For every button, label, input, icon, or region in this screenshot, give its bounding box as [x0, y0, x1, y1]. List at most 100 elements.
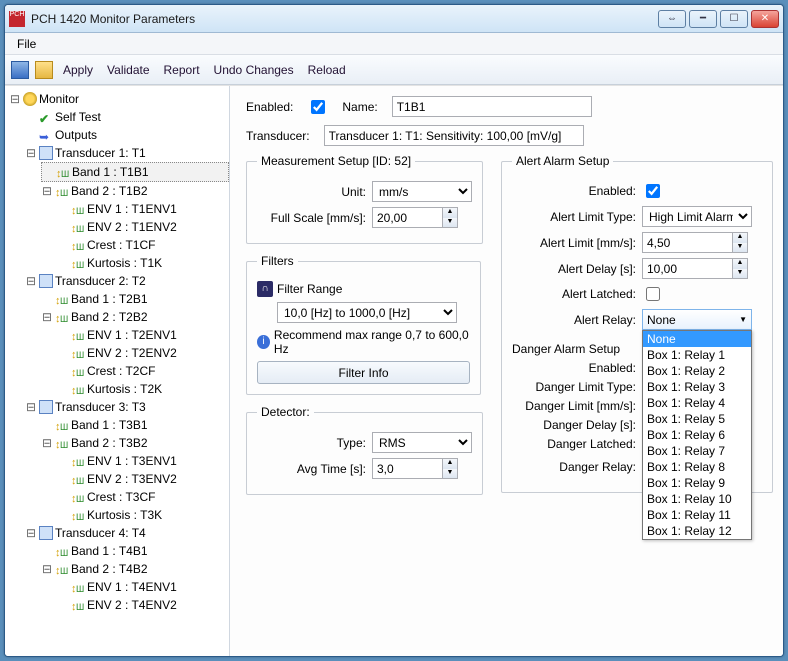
tree-t1b1[interactable]: Band 1 : T1B1: [72, 163, 149, 181]
tree-t3[interactable]: Transducer 3: T3: [55, 398, 146, 416]
tree-t4[interactable]: Transducer 4: T4: [55, 524, 146, 542]
spin-down-icon[interactable]: ▼: [733, 243, 747, 253]
name-input[interactable]: [392, 96, 592, 117]
avg-time-input[interactable]: [372, 458, 442, 479]
dropdown-option[interactable]: Box 1: Relay 6: [643, 427, 751, 443]
tree-node[interactable]: Crest : T1CF: [87, 236, 155, 254]
dropdown-option[interactable]: Box 1: Relay 5: [643, 411, 751, 427]
danger-relay-label: Danger Relay:: [512, 460, 642, 474]
open-icon[interactable]: [35, 61, 53, 79]
tree-node[interactable]: Crest : T3CF: [87, 488, 155, 506]
fullscale-spinner[interactable]: ▲▼: [372, 207, 458, 228]
dropdown-option[interactable]: Box 1: Relay 2: [643, 363, 751, 379]
dropdown-option[interactable]: None: [643, 331, 751, 347]
dropdown-option[interactable]: Box 1: Relay 11: [643, 507, 751, 523]
tree-node[interactable]: Band 1 : T2B1: [71, 290, 148, 308]
alert-type-select[interactable]: High Limit Alarm: [642, 206, 752, 227]
tree-node[interactable]: Band 2 : T3B2: [71, 434, 148, 452]
maximize-button[interactable]: ☐: [720, 10, 748, 28]
toolbar-reload[interactable]: Reload: [304, 61, 350, 79]
tree-view[interactable]: ⊟Monitor ✔Self Test ➥Outputs ⊟Transducer…: [5, 86, 230, 656]
tree-t2[interactable]: Transducer 2: T2: [55, 272, 146, 290]
save-icon[interactable]: [11, 61, 29, 79]
fullscale-input[interactable]: [372, 207, 442, 228]
app-icon: PCH: [9, 11, 25, 27]
band-icon: [71, 472, 85, 486]
minimize-button[interactable]: ━: [689, 10, 717, 28]
expand-icon[interactable]: ⊟: [9, 90, 21, 108]
spin-up-icon[interactable]: ▲: [443, 459, 457, 469]
band-icon: [71, 580, 85, 594]
tree-node[interactable]: ENV 1 : T2ENV1: [87, 326, 177, 344]
dropdown-option[interactable]: Box 1: Relay 7: [643, 443, 751, 459]
toolbar-validate[interactable]: Validate: [103, 61, 153, 79]
toolbar-undo[interactable]: Undo Changes: [210, 61, 298, 79]
toolbar-report[interactable]: Report: [160, 61, 204, 79]
spin-up-icon[interactable]: ▲: [733, 233, 747, 243]
tree-node[interactable]: Kurtosis : T3K: [87, 506, 162, 524]
alert-enabled-checkbox[interactable]: [646, 184, 660, 198]
filter-recommend-text: Recommend max range 0,7 to 600,0 Hz: [274, 328, 470, 356]
tree-node[interactable]: Band 2 : T4B2: [71, 560, 148, 578]
band-icon: [55, 418, 69, 432]
detector-type-select[interactable]: RMS: [372, 432, 472, 453]
dropdown-option[interactable]: Box 1: Relay 9: [643, 475, 751, 491]
filter-info-button[interactable]: Filter Info: [257, 361, 470, 384]
spin-up-icon[interactable]: ▲: [443, 208, 457, 218]
tree-outputs[interactable]: Outputs: [55, 126, 97, 144]
danger-delay-label: Danger Delay [s]:: [512, 418, 642, 432]
tree-node[interactable]: ENV 2 : T4ENV2: [87, 596, 177, 614]
tree-node[interactable]: Crest : T2CF: [87, 362, 155, 380]
alert-enabled-label: Enabled:: [512, 184, 642, 198]
tree-t1[interactable]: Transducer 1: T1: [55, 144, 146, 162]
enabled-checkbox[interactable]: [311, 100, 325, 114]
band-icon: [55, 562, 69, 576]
outputs-icon: ➥: [39, 128, 53, 142]
dropdown-option[interactable]: Box 1: Relay 4: [643, 395, 751, 411]
dropdown-option[interactable]: Box 1: Relay 12: [643, 523, 751, 539]
tree-node[interactable]: Kurtosis : T2K: [87, 380, 162, 398]
tree-t1b2[interactable]: Band 2 : T1B2: [71, 182, 148, 200]
unit-select[interactable]: mm/s: [372, 181, 472, 202]
tree-node[interactable]: ENV 2 : T2ENV2: [87, 344, 177, 362]
tree-node[interactable]: Band 1 : T3B1: [71, 416, 148, 434]
toolbar-apply[interactable]: Apply: [59, 61, 97, 79]
tree-monitor[interactable]: Monitor: [39, 90, 79, 108]
menu-file[interactable]: File: [11, 35, 42, 53]
resize-button[interactable]: ⇔: [658, 10, 686, 28]
tree-node[interactable]: ENV 2 : T1ENV2: [87, 218, 177, 236]
band-icon: [71, 364, 85, 378]
alert-limit-spinner[interactable]: ▲▼: [642, 232, 748, 253]
alert-relay-select[interactable]: None▼: [642, 309, 752, 330]
spin-down-icon[interactable]: ▼: [733, 269, 747, 279]
alert-latched-checkbox[interactable]: [646, 287, 660, 301]
alert-limit-input[interactable]: [642, 232, 732, 253]
dropdown-option[interactable]: Box 1: Relay 1: [643, 347, 751, 363]
alert-delay-spinner[interactable]: ▲▼: [642, 258, 748, 279]
tree-node[interactable]: ENV 1 : T3ENV1: [87, 452, 177, 470]
tree-node[interactable]: Band 1 : T4B1: [71, 542, 148, 560]
alert-delay-input[interactable]: [642, 258, 732, 279]
tree-node[interactable]: ENV 1 : T1ENV1: [87, 200, 177, 218]
spin-up-icon[interactable]: ▲: [733, 259, 747, 269]
spin-down-icon[interactable]: ▼: [443, 469, 457, 479]
close-button[interactable]: ✕: [751, 10, 779, 28]
dropdown-option[interactable]: Box 1: Relay 10: [643, 491, 751, 507]
tree-node[interactable]: ENV 1 : T4ENV1: [87, 578, 177, 596]
detector-type-label: Type:: [257, 436, 372, 450]
danger-limit-label: Danger Limit [mm/s]:: [512, 399, 642, 413]
app-window: PCH PCH 1420 Monitor Parameters ⇔ ━ ☐ ✕ …: [4, 4, 784, 657]
tree-node[interactable]: Kurtosis : T1K: [87, 254, 162, 272]
dropdown-option[interactable]: Box 1: Relay 8: [643, 459, 751, 475]
filter-range-select[interactable]: 10,0 [Hz] to 1000,0 [Hz]: [277, 302, 457, 323]
tree-node[interactable]: Band 2 : T2B2: [71, 308, 148, 326]
spin-down-icon[interactable]: ▼: [443, 218, 457, 228]
alert-relay-dropdown[interactable]: NoneBox 1: Relay 1Box 1: Relay 2Box 1: R…: [642, 330, 752, 540]
avg-time-spinner[interactable]: ▲▼: [372, 458, 458, 479]
tree-node[interactable]: ENV 2 : T3ENV2: [87, 470, 177, 488]
band-icon: [55, 310, 69, 324]
dropdown-option[interactable]: Box 1: Relay 3: [643, 379, 751, 395]
band-icon: [71, 256, 85, 270]
alert-delay-label: Alert Delay [s]:: [512, 262, 642, 276]
tree-selftest[interactable]: Self Test: [55, 108, 101, 126]
